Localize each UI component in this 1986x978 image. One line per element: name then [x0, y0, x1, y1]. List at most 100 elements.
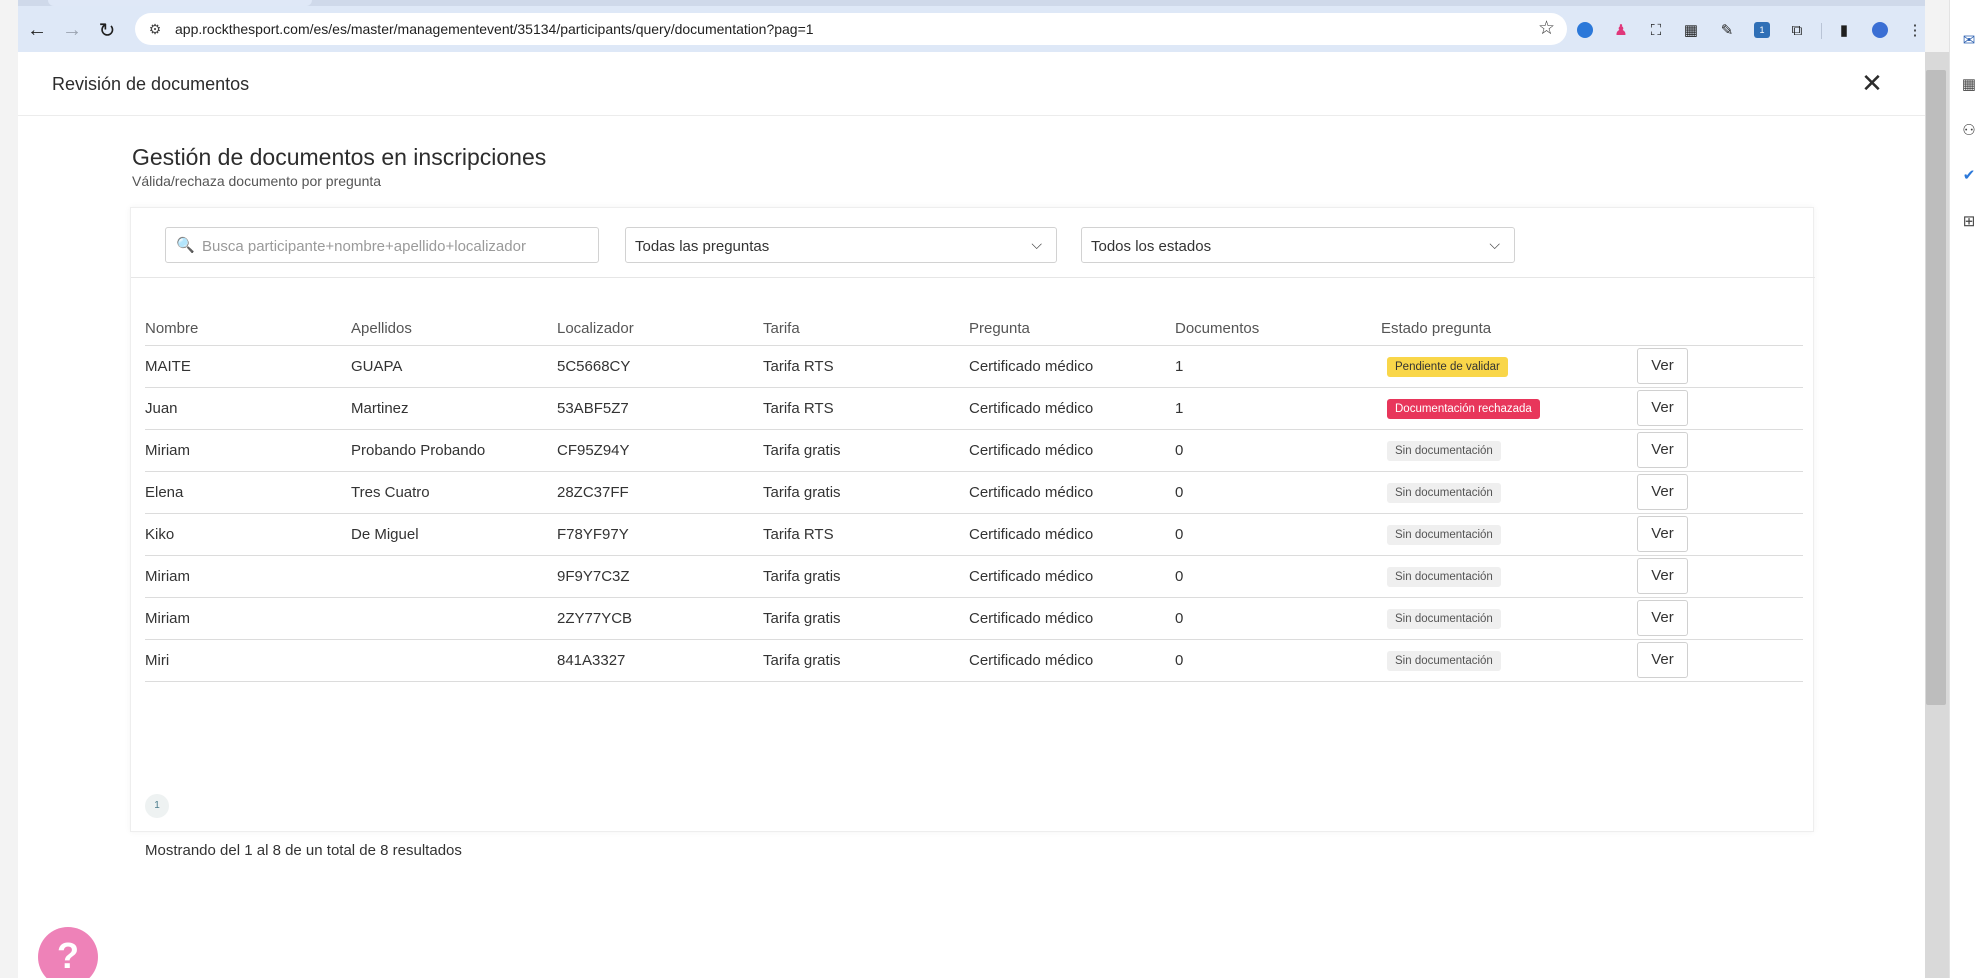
extensions-puzzle-icon[interactable]: ⧉: [1786, 19, 1808, 41]
column-header[interactable]: Localizador: [557, 313, 763, 345]
status-badge: Sin documentación: [1387, 609, 1501, 629]
cell-localizador: 53ABF5Z7: [557, 386, 763, 429]
cell-pregunta: Certificado médico: [969, 596, 1175, 639]
cell-estado: Sin documentación Ver: [1381, 470, 1803, 513]
status-badge: Sin documentación: [1387, 567, 1501, 587]
cell-documentos: 0: [1175, 470, 1381, 513]
search-icon: 🔍: [176, 237, 195, 254]
cell-documentos: 0: [1175, 596, 1381, 639]
column-header[interactable]: Pregunta: [969, 313, 1175, 345]
cell-pregunta: Certificado médico: [969, 428, 1175, 471]
calendar-icon[interactable]: ▦: [1959, 74, 1979, 94]
status-badge: Sin documentación: [1387, 651, 1501, 671]
cell-nombre: Miriam: [145, 596, 351, 639]
tasks-check-icon[interactable]: ✔: [1959, 165, 1979, 185]
ver-button[interactable]: Ver: [1637, 390, 1688, 426]
cell-nombre: Miriam: [145, 428, 351, 471]
cell-localizador: 9F9Y7C3Z: [557, 554, 763, 597]
table-row: MAITE GUAPA 5C5668CY Tarifa RTS Certificado …: [145, 344, 1803, 387]
ver-button[interactable]: Ver: [1637, 432, 1688, 468]
extension-qr-icon[interactable]: ▦: [1680, 19, 1702, 41]
address-bar[interactable]: ⚙ app.rockthesport.com/es/es/master/mana…: [135, 13, 1567, 45]
table-row: Miriam Probando Probando CF95Z94Y Tarifa gr…: [145, 428, 1803, 471]
ver-button[interactable]: Ver: [1637, 600, 1688, 636]
close-icon[interactable]: ✕: [1859, 70, 1885, 96]
cell-apellidos: [351, 638, 557, 682]
pagination-page-1[interactable]: 1: [145, 794, 169, 818]
cell-tarifa: Tarifa RTS: [763, 344, 969, 387]
column-header[interactable]: Estado pregunta: [1381, 313, 1803, 345]
extension-people-icon[interactable]: ♟: [1610, 19, 1632, 41]
table-row: Juan Martinez 53ABF5Z7 Tarifa RTS Certificad…: [145, 386, 1803, 429]
cell-apellidos: [351, 554, 557, 597]
cell-documentos: 1: [1175, 386, 1381, 429]
back-icon[interactable]: ←: [22, 15, 52, 45]
results-summary: Mostrando del 1 al 8 de un total de 8 re…: [145, 842, 462, 859]
page-subtitle: Válida/rechaza documento por pregunta: [132, 173, 382, 189]
site-info-icon[interactable]: ⚙: [145, 19, 165, 39]
search-input[interactable]: 🔍 Busca participante+nombre+apellido+loc…: [165, 227, 599, 263]
cell-tarifa: Tarifa RTS: [763, 386, 969, 429]
cell-apellidos: Martinez: [351, 386, 557, 429]
cell-tarifa: Tarifa gratis: [763, 470, 969, 513]
browser-menu-icon[interactable]: ⋮: [1904, 19, 1926, 41]
ver-button[interactable]: Ver: [1637, 642, 1688, 678]
ver-button[interactable]: Ver: [1637, 474, 1688, 510]
cell-documentos: 0: [1175, 428, 1381, 471]
cell-estado: Sin documentación Ver: [1381, 428, 1803, 471]
table-row: Kiko De Miguel F78YF97Y Tarifa RTS Certifica…: [145, 512, 1803, 555]
chevron-down-icon: ⌵: [1489, 236, 1500, 252]
bookmark-star-icon[interactable]: ☆: [1538, 17, 1555, 40]
page: Revisión de documentos ✕ Gestión de docu…: [18, 52, 1925, 978]
profile-avatar-icon[interactable]: [1869, 19, 1891, 41]
people-icon[interactable]: ⚇: [1959, 120, 1979, 140]
mail-icon[interactable]: ✉: [1959, 30, 1979, 50]
cell-localizador: 28ZC37FF: [557, 470, 763, 513]
side-panel-icon[interactable]: ▮: [1833, 19, 1855, 41]
cell-estado: Sin documentación Ver: [1381, 554, 1803, 597]
ver-button[interactable]: Ver: [1637, 558, 1688, 594]
ver-button[interactable]: Ver: [1637, 348, 1688, 384]
modal-header: Revisión de documentos ✕: [18, 52, 1925, 116]
page-title: Gestión de documentos en inscripciones: [132, 144, 547, 170]
cell-estado: Documentación rechazada Ver: [1381, 386, 1803, 429]
extension-crop-icon[interactable]: ⛶: [1645, 19, 1667, 41]
reload-icon[interactable]: ↻: [92, 15, 122, 45]
cell-tarifa: Tarifa gratis: [763, 638, 969, 682]
apps-icon[interactable]: ⊞: [1959, 211, 1979, 231]
forward-icon[interactable]: →: [57, 15, 87, 45]
column-header[interactable]: Documentos: [1175, 313, 1381, 345]
help-button[interactable]: ?: [38, 927, 98, 978]
cell-documentos: 0: [1175, 554, 1381, 597]
browser-toolbar: ← → ↻ ⚙ app.rockthesport.com/es/es/maste…: [18, 6, 1925, 52]
cell-nombre: Kiko: [145, 512, 351, 555]
extension-badge-icon[interactable]: 1: [1751, 19, 1773, 41]
ver-button[interactable]: Ver: [1637, 516, 1688, 552]
extension-moon-icon[interactable]: [1574, 19, 1596, 41]
cell-tarifa: Tarifa gratis: [763, 428, 969, 471]
cell-pregunta: Certificado médico: [969, 554, 1175, 597]
status-select[interactable]: Todos los estados ⌵: [1081, 227, 1515, 263]
chevron-down-icon: ⌵: [1031, 236, 1042, 252]
cell-tarifa: Tarifa gratis: [763, 596, 969, 639]
cell-pregunta: Certificado médico: [969, 512, 1175, 555]
cell-localizador: CF95Z94Y: [557, 428, 763, 471]
cell-apellidos: [351, 596, 557, 639]
scrollbar-thumb[interactable]: [1926, 70, 1946, 705]
cell-localizador: 2ZY77YCB: [557, 596, 763, 639]
column-header[interactable]: Nombre: [145, 313, 351, 345]
cell-documentos: 0: [1175, 638, 1381, 682]
cell-estado: Sin documentación Ver: [1381, 638, 1803, 682]
column-header[interactable]: Tarifa: [763, 313, 969, 345]
cell-tarifa: Tarifa RTS: [763, 512, 969, 555]
cell-estado: Pendiente de validar Ver: [1381, 344, 1803, 387]
cell-nombre: Elena: [145, 470, 351, 513]
cell-pregunta: Certificado médico: [969, 344, 1175, 387]
status-badge: Sin documentación: [1387, 441, 1501, 461]
question-select[interactable]: Todas las preguntas ⌵: [625, 227, 1057, 263]
column-header[interactable]: Apellidos: [351, 313, 557, 345]
cell-localizador: 841A3327: [557, 638, 763, 682]
extension-eyedropper-icon[interactable]: ✎: [1716, 19, 1738, 41]
cell-apellidos: Tres Cuatro: [351, 470, 557, 513]
table-row: Miriam 9F9Y7C3Z Tarifa gratis Certificado m…: [145, 554, 1803, 597]
